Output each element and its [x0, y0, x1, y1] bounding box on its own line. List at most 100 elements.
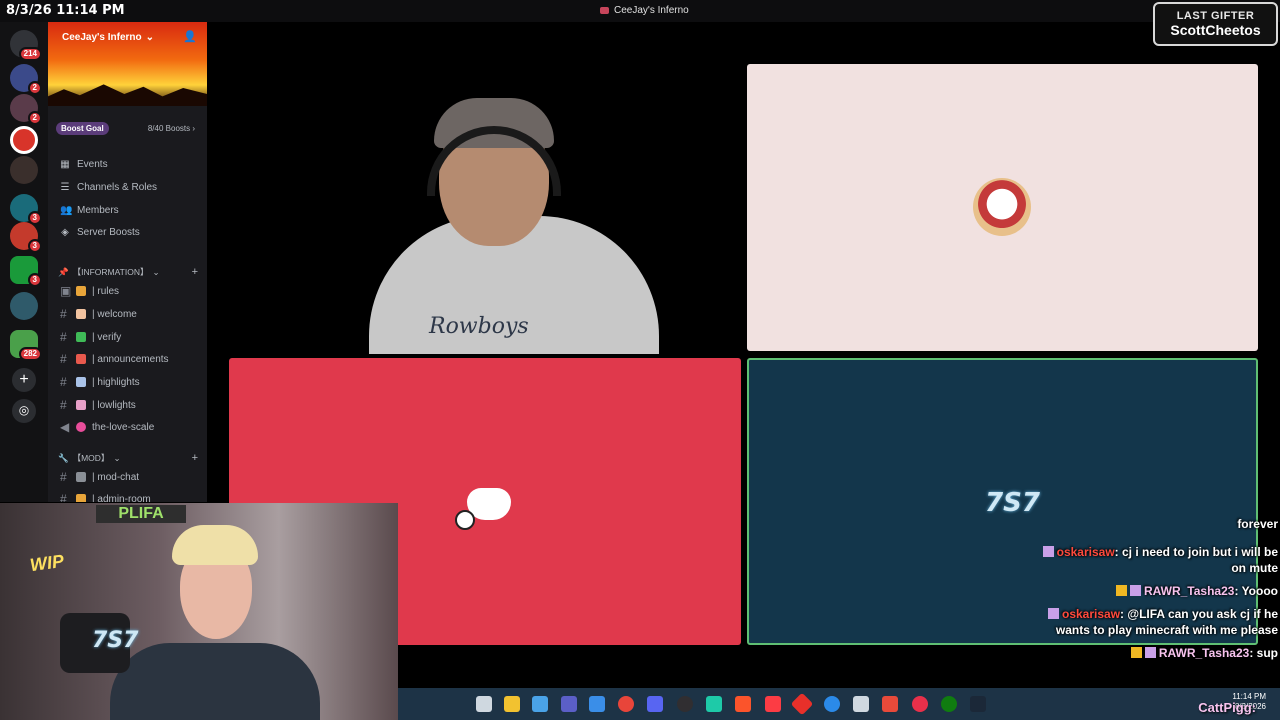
chevron-down-icon: ⌄ — [113, 452, 121, 463]
add-channel-icon[interactable]: + — [192, 452, 198, 464]
gifter-name: ScottCheetos — [1170, 22, 1261, 38]
copilot-icon[interactable] — [532, 696, 548, 712]
timestamp: 8/3/26 11:14 PM — [6, 3, 125, 18]
chat-message: RAWR_Tasha23: sup — [1038, 645, 1278, 661]
chat-overlay: forever oskarisaw : cj i need to join but… — [1038, 516, 1278, 668]
tool-icon: 🔧 — [58, 452, 69, 463]
invite-icon[interactable]: 👤 — [183, 30, 197, 43]
mention-badge: 3 — [27, 273, 42, 287]
channel-welcome[interactable]: # | welcome — [60, 307, 137, 321]
hash-icon: # — [60, 330, 67, 344]
add-channel-icon[interactable]: + — [192, 266, 198, 278]
shirt-text: Rowboys — [429, 314, 529, 339]
window-title-text: CeeJay's Inferno — [614, 5, 689, 16]
channel-rules[interactable]: ▣ | rules — [60, 284, 119, 298]
chat-text: : Yoooo — [1234, 584, 1278, 598]
app-icon[interactable] — [790, 692, 814, 716]
discover-icon[interactable]: ◎ — [12, 399, 36, 423]
chat-username: oskarisaw — [1061, 607, 1121, 621]
channel-the-love-scale[interactable]: ◀ the-love-scale — [60, 420, 154, 434]
server-icon[interactable] — [10, 292, 38, 320]
server-icon[interactable]: 2 — [10, 94, 42, 125]
server-icon[interactable] — [10, 156, 38, 184]
app-icon[interactable] — [882, 696, 898, 712]
store-icon[interactable] — [589, 696, 605, 712]
nav-server-boosts[interactable]: ◈ Server Boosts — [60, 227, 140, 238]
nav-events[interactable]: ▦ Events — [60, 159, 107, 170]
nav-label: Channels & Roles — [77, 182, 158, 193]
xbox-icon[interactable] — [941, 696, 957, 712]
hash-icon: # — [60, 375, 67, 389]
server-icon[interactable]: 282 — [10, 330, 42, 361]
hash-icon: # — [60, 492, 67, 502]
channel-announcements[interactable]: # | announcements — [60, 352, 169, 366]
channel-emoji-icon — [76, 354, 86, 364]
chat-username: RAWR_Tasha23 — [1158, 646, 1250, 660]
app-icon[interactable] — [853, 696, 869, 712]
wip-sticker: WIP — [28, 550, 66, 576]
server-icon[interactable] — [10, 126, 38, 154]
nav-label: Server Boosts — [77, 227, 140, 238]
channel-lowlights[interactable]: # | lowlights — [60, 398, 136, 412]
channel-name: | welcome — [92, 308, 137, 320]
video-tile-camera[interactable]: Rowboys — [229, 66, 741, 354]
category-information[interactable]: 📌 【INFORMATION】 ⌄ + — [58, 266, 198, 278]
server-name-header[interactable]: CeeJay's Inferno ⌄ — [62, 32, 154, 43]
app-icon[interactable] — [912, 696, 928, 712]
user-avatar — [973, 178, 1031, 236]
announcement-icon: ◀ — [60, 420, 70, 434]
brave-icon[interactable] — [735, 696, 751, 712]
server-icon[interactable]: 3 — [10, 222, 42, 253]
chat-text: : sup — [1249, 646, 1278, 660]
channel-name: | verify — [92, 331, 122, 343]
nav-label: Members — [77, 205, 119, 216]
channel-name: | highlights — [92, 376, 140, 388]
music-icon[interactable] — [765, 696, 781, 712]
discord-icon[interactable] — [647, 696, 663, 712]
server-icon[interactable]: 3 — [10, 194, 42, 225]
help-icon[interactable] — [824, 696, 840, 712]
boost-count: 8/40 Boosts › — [147, 123, 195, 133]
server-icon[interactable]: 3 — [10, 256, 42, 287]
discord-home-icon[interactable]: 214 — [10, 30, 42, 61]
teams-icon[interactable] — [561, 696, 577, 712]
mention-badge: 2 — [27, 111, 42, 125]
pin-icon: 📌 — [58, 266, 69, 277]
obs-icon[interactable] — [677, 696, 693, 712]
steam-icon[interactable] — [970, 696, 986, 712]
t57-logo-icon: 7S7 — [92, 628, 139, 653]
channel-verify[interactable]: # | verify — [60, 330, 121, 344]
channel-emoji-icon — [76, 286, 86, 296]
gift-badge-icon — [1047, 608, 1059, 619]
wall-sign: PLIFA — [96, 505, 186, 523]
server-icon[interactable]: 2 — [10, 64, 42, 95]
mention-badge: 214 — [18, 47, 42, 61]
video-tile-avatar[interactable] — [747, 64, 1258, 351]
channel-mod-chat[interactable]: # | mod-chat — [60, 470, 139, 484]
nav-members[interactable]: 👥 Members — [60, 205, 119, 216]
window-title: CeeJay's Inferno — [600, 5, 689, 16]
category-mod[interactable]: 🔧 【MOD】 ⌄ + — [58, 452, 198, 464]
mention-badge: 2 — [27, 81, 42, 95]
add-server-icon[interactable]: + — [12, 368, 36, 392]
taskbar: 11:14 PM 8/3/2026 CattPigg: — [398, 688, 1280, 720]
discord-app-icon — [600, 7, 609, 14]
channel-admin-room[interactable]: # | admin-room — [60, 492, 151, 502]
chat-username: RAWR_Tasha23 — [1143, 584, 1235, 598]
files-icon[interactable] — [476, 696, 492, 712]
channel-highlights[interactable]: # | highlights — [60, 375, 140, 389]
nav-channels-roles[interactable]: ☰ Channels & Roles — [60, 181, 158, 193]
app-icon[interactable] — [706, 696, 722, 712]
server-name: CeeJay's Inferno — [62, 32, 142, 43]
list-icon: ☰ — [60, 181, 70, 193]
chat-text: : cj i need to join but i will be on mut… — [1114, 545, 1278, 575]
boost-goal-label: Boost Goal — [56, 121, 109, 135]
category-label: 【INFORMATION】 — [72, 267, 149, 277]
secondary-webcam: PLIFA WIP 7S7 — [0, 503, 398, 720]
hash-icon: # — [60, 398, 67, 412]
chrome-icon[interactable] — [618, 696, 634, 712]
chat-text: forever — [1237, 517, 1278, 531]
rules-icon: ▣ — [60, 284, 72, 298]
boost-goal-bar[interactable]: Boost Goal 8/40 Boosts › — [56, 120, 199, 136]
folder-icon[interactable] — [504, 696, 520, 712]
